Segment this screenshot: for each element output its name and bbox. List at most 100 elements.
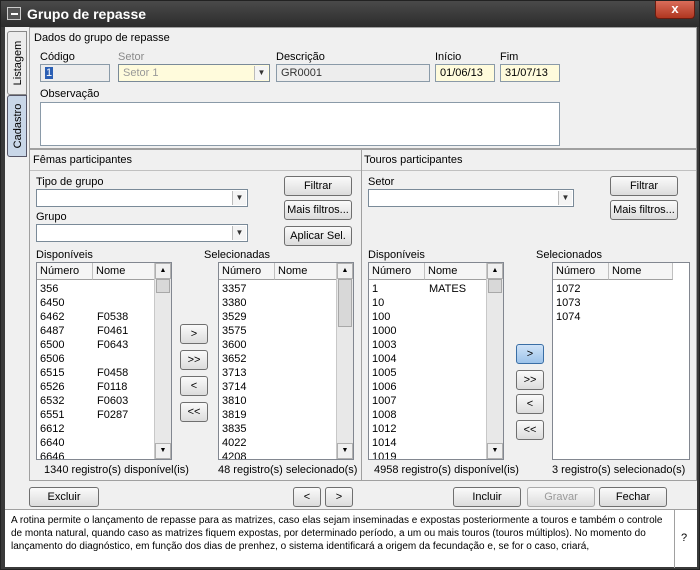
touros-disponiveis-list[interactable]: Número Nome 1 MATES 10 100 1000 1003 1004 1005 1…	[368, 262, 504, 460]
window-menu-icon[interactable]	[7, 7, 21, 20]
list-item[interactable]: 3575	[219, 325, 337, 339]
list-item[interactable]: 1008	[369, 409, 487, 423]
list-item[interactable]: 3529	[219, 311, 337, 325]
gravar-button[interactable]: Gravar	[527, 487, 595, 507]
list-item[interactable]: 4022	[219, 437, 337, 451]
list-item[interactable]: 6450	[37, 297, 155, 311]
window-title: Grupo de repasse	[27, 6, 147, 22]
touros-filtrar-button[interactable]: Filtrar	[610, 176, 678, 196]
scroll-thumb[interactable]	[488, 279, 502, 293]
scroll-down-icon[interactable]: ▼	[155, 443, 171, 459]
list-item[interactable]: 1014	[369, 437, 487, 451]
col-nome[interactable]: Nome	[609, 263, 673, 280]
scroll-up-icon[interactable]: ▲	[337, 263, 353, 279]
fim-field[interactable]: 31/07/13	[500, 64, 560, 82]
touros-add-button[interactable]: >	[516, 344, 544, 364]
setor-select[interactable]: Setor 1 ▼	[118, 64, 270, 82]
excluir-button[interactable]: Excluir	[29, 487, 99, 507]
list-item[interactable]: 356	[37, 283, 155, 297]
codigo-field[interactable]: 1	[40, 64, 110, 82]
touros-remove-all-button[interactable]: <<	[516, 420, 544, 440]
list-item[interactable]: 1005	[369, 367, 487, 381]
list-item[interactable]: 6500 F0643	[37, 339, 155, 353]
observacao-textarea[interactable]	[40, 102, 560, 146]
femeas-add-button[interactable]: >	[180, 324, 208, 344]
aplicar-sel-button[interactable]: Aplicar Sel.	[284, 226, 352, 246]
help-icon[interactable]: ?	[681, 532, 687, 544]
descricao-field[interactable]: GR0001	[276, 64, 430, 82]
scrollbar[interactable]: ▲ ▼	[336, 263, 353, 459]
list-item[interactable]: 1006	[369, 381, 487, 395]
tab-listagem[interactable]: Listagem	[7, 31, 27, 95]
fechar-button[interactable]: Fechar	[599, 487, 667, 507]
list-item[interactable]: 6526 F0118	[37, 381, 155, 395]
col-nome[interactable]: Nome	[425, 263, 487, 280]
list-item[interactable]: 1072	[553, 283, 671, 297]
scroll-up-icon[interactable]: ▲	[487, 263, 503, 279]
touros-mais-filtros-button[interactable]: Mais filtros...	[610, 200, 678, 220]
list-item[interactable]: 1 MATES	[369, 283, 487, 297]
col-nome[interactable]: Nome	[93, 263, 155, 280]
scroll-thumb[interactable]	[338, 279, 352, 327]
list-item[interactable]: 6646	[37, 451, 155, 459]
list-item[interactable]: 3357	[219, 283, 337, 297]
scroll-thumb[interactable]	[156, 279, 170, 293]
list-item[interactable]: 6640	[37, 437, 155, 451]
scroll-down-icon[interactable]: ▼	[337, 443, 353, 459]
next-record-button[interactable]: >	[325, 487, 353, 507]
list-item[interactable]: 3714	[219, 381, 337, 395]
list-item[interactable]: 3380	[219, 297, 337, 311]
list-item[interactable]: 1003	[369, 339, 487, 353]
close-button[interactable]: x	[655, 1, 695, 19]
femeas-add-all-button[interactable]: >>	[180, 350, 208, 370]
list-item[interactable]: 6532 F0603	[37, 395, 155, 409]
col-numero[interactable]: Número	[37, 263, 93, 280]
list-item[interactable]: 1012	[369, 423, 487, 437]
tab-cadastro[interactable]: Cadastro	[7, 95, 27, 157]
list-item[interactable]: 3810	[219, 395, 337, 409]
grupo-select[interactable]: ▼	[36, 224, 248, 242]
touros-selecionados-list[interactable]: Número Nome 1072 1073 1074	[552, 262, 690, 460]
femeas-mais-filtros-button[interactable]: Mais filtros...	[284, 200, 352, 220]
femeas-selecionadas-list[interactable]: Número Nome 3357 3380 3529 3575 3600 3652 3713…	[218, 262, 354, 460]
list-item[interactable]: 4208	[219, 451, 337, 459]
list-item[interactable]: 3835	[219, 423, 337, 437]
list-item[interactable]: 6515 F0458	[37, 367, 155, 381]
list-item[interactable]: 6612	[37, 423, 155, 437]
list-item[interactable]: 1007	[369, 395, 487, 409]
list-item[interactable]: 10	[369, 297, 487, 311]
list-item[interactable]: 1004	[369, 353, 487, 367]
list-item[interactable]: 100	[369, 311, 487, 325]
femeas-filtrar-button[interactable]: Filtrar	[284, 176, 352, 196]
touros-remove-button[interactable]: <	[516, 394, 544, 414]
inicio-field[interactable]: 01/06/13	[435, 64, 495, 82]
col-nome[interactable]: Nome	[275, 263, 337, 280]
list-item[interactable]: 6462 F0538	[37, 311, 155, 325]
tipo-grupo-select[interactable]: ▼	[36, 189, 248, 207]
femeas-disponiveis-list[interactable]: Número Nome 356 6450 6462 F0538 6487 F0461 650…	[36, 262, 172, 460]
list-item[interactable]: 1073	[553, 297, 671, 311]
scrollbar[interactable]: ▲ ▼	[486, 263, 503, 459]
col-numero[interactable]: Número	[219, 263, 275, 280]
list-item[interactable]: 3713	[219, 367, 337, 381]
list-item[interactable]: 3652	[219, 353, 337, 367]
prev-record-button[interactable]: <	[293, 487, 321, 507]
list-item[interactable]: 6487 F0461	[37, 325, 155, 339]
touros-setor-select[interactable]: ▼	[368, 189, 574, 207]
scroll-down-icon[interactable]: ▼	[487, 443, 503, 459]
list-item[interactable]: 3819	[219, 409, 337, 423]
scrollbar[interactable]: ▲ ▼	[154, 263, 171, 459]
touros-add-all-button[interactable]: >>	[516, 370, 544, 390]
list-item[interactable]: 6551 F0287	[37, 409, 155, 423]
list-item[interactable]: 6506	[37, 353, 155, 367]
col-numero[interactable]: Número	[369, 263, 425, 280]
list-item[interactable]: 1000	[369, 325, 487, 339]
femeas-remove-button[interactable]: <	[180, 376, 208, 396]
list-item[interactable]: 3600	[219, 339, 337, 353]
col-numero[interactable]: Número	[553, 263, 609, 280]
list-item[interactable]: 1019	[369, 451, 487, 459]
list-item[interactable]: 1074	[553, 311, 671, 325]
femeas-remove-all-button[interactable]: <<	[180, 402, 208, 422]
scroll-up-icon[interactable]: ▲	[155, 263, 171, 279]
incluir-button[interactable]: Incluir	[453, 487, 521, 507]
